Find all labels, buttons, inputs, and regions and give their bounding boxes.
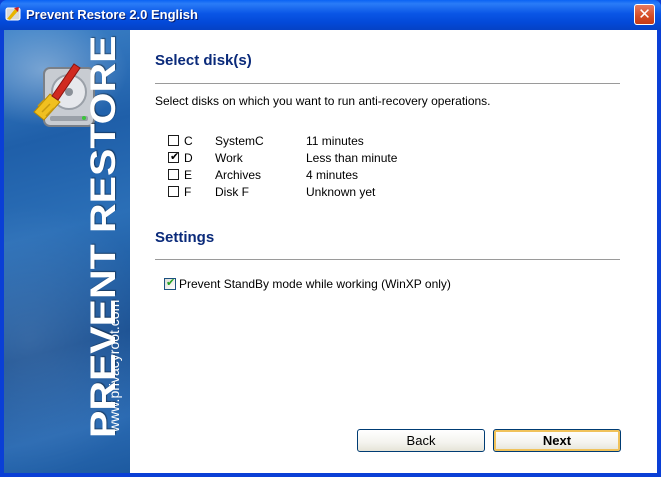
- check-icon: ✔: [170, 150, 180, 163]
- back-button[interactable]: Back: [357, 429, 485, 452]
- disk-checkbox-e[interactable]: [168, 169, 179, 180]
- brand-url: www.privacyroot.com: [106, 299, 122, 432]
- close-button[interactable]: ✕: [634, 4, 655, 25]
- disk-time: 4 minutes: [306, 168, 359, 182]
- disk-checkbox-d[interactable]: ✔: [168, 150, 180, 163]
- disks-divider: [155, 83, 620, 85]
- check-icon: ✔: [166, 276, 176, 289]
- app-window: Prevent Restore 2.0 English ✕ PREVENT RE…: [0, 0, 661, 477]
- disk-checkbox-c[interactable]: [168, 135, 179, 146]
- disk-letter: F: [184, 185, 192, 199]
- disk-name: Disk F: [215, 185, 249, 199]
- window-title: Prevent Restore 2.0 English: [26, 7, 198, 22]
- title-bar[interactable]: Prevent Restore 2.0 English ✕: [0, 0, 661, 30]
- disk-name: Work: [215, 151, 243, 165]
- standby-checkbox[interactable]: ✔: [164, 276, 176, 290]
- window-frame-bottom: [0, 473, 661, 477]
- disk-time: Less than minute: [306, 151, 398, 165]
- disks-description: Select disks on which you want to run an…: [155, 94, 491, 108]
- disk-name: Archives: [215, 168, 262, 182]
- window-frame-right: [657, 30, 661, 477]
- disk-letter: C: [184, 134, 193, 148]
- disk-letter: D: [184, 151, 193, 165]
- disk-time: Unknown yet: [306, 185, 376, 199]
- disk-checkbox-f[interactable]: [168, 186, 179, 197]
- next-button[interactable]: Next: [493, 429, 621, 452]
- disk-name: SystemC: [215, 134, 264, 148]
- settings-divider: [155, 259, 620, 261]
- side-banner: PREVENT RESTORE www.privacyroot.com: [4, 30, 130, 473]
- disks-section-title: Select disk(s): [155, 52, 252, 69]
- standby-label: Prevent StandBy mode while working (WinX…: [179, 277, 451, 291]
- disk-letter: E: [184, 168, 193, 182]
- disk-time: 11 minutes: [306, 134, 364, 148]
- app-icon: [5, 7, 21, 21]
- wizard-content: PREVENT RESTORE www.privacyroot.com Sele…: [4, 30, 657, 473]
- settings-section-title: Settings: [155, 229, 215, 246]
